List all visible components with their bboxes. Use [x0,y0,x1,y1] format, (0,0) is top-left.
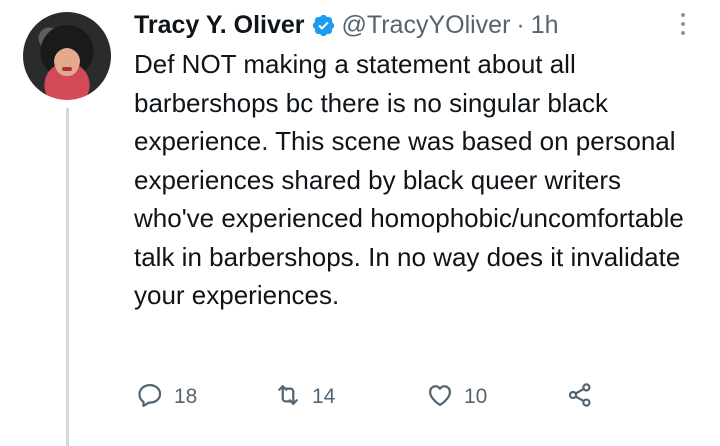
retweet-count: 14 [312,385,336,408]
like-count: 10 [464,385,488,408]
retweet-button[interactable]: 14 [274,380,335,414]
more-dot [681,13,685,17]
verified-badge-icon [311,13,336,38]
share-button[interactable] [566,380,594,414]
reply-button[interactable]: 18 [136,380,197,414]
thread-connector-line [66,108,69,446]
user-handle[interactable]: @TracyYOliver [342,11,511,40]
like-button[interactable]: 10 [426,380,487,414]
avatar-lips [62,67,72,71]
reply-icon [136,381,164,414]
heart-icon [426,381,454,414]
share-icon [566,381,594,414]
more-dot [681,22,685,26]
tweet-header: Tracy Y. Oliver @TracyYOliver · 1h [134,9,559,41]
more-dot [681,31,685,35]
avatar-face [55,48,79,76]
avatar[interactable] [23,12,111,100]
more-options-icon[interactable] [676,10,690,38]
retweet-icon [274,381,302,414]
reply-count: 18 [174,385,198,408]
timestamp[interactable]: 1h [531,11,559,40]
separator-dot: · [516,10,525,39]
tweet-text: Def NOT making a statement about all bar… [134,49,684,310]
tweet-actions: 18 14 10 [134,380,694,414]
display-name[interactable]: Tracy Y. Oliver [134,11,305,40]
